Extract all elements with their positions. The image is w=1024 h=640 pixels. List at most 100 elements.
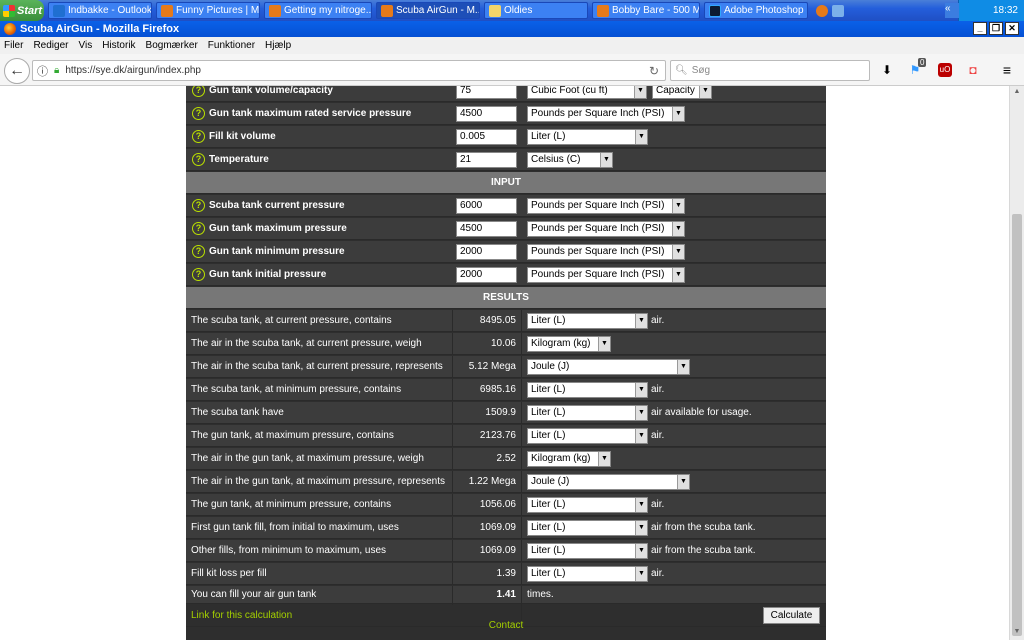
window-title: Scuba AirGun - Mozilla Firefox	[20, 23, 180, 35]
search-input[interactable]: 🔍︎ Søg	[670, 60, 870, 81]
result-unit-select[interactable]: Liter (L) ▼	[527, 405, 648, 421]
help-icon[interactable]: ?	[192, 86, 205, 97]
help-icon[interactable]: ?	[192, 130, 205, 143]
gun-min-pressure-input[interactable]: 2000	[456, 244, 517, 260]
gun-tank-volume-unit-select[interactable]: Cubic Foot (cu ft) ▼	[527, 86, 647, 99]
taskbar-item-oldies[interactable]: Oldies	[484, 2, 588, 19]
result-row: The scuba tank, at minimum pressure, con…	[186, 379, 826, 401]
taskbar-item-bobby-bare[interactable]: Bobby Bare - 500 M...	[592, 2, 700, 19]
menu-historik[interactable]: Historik	[102, 40, 135, 51]
navigation-toolbar: ← ⓘ 🔒︎ https://sye.dk/airgun/index.php ↻…	[0, 54, 1024, 86]
menu-funktioner[interactable]: Funktioner	[208, 40, 255, 51]
scrollbar-thumb[interactable]	[1012, 214, 1022, 636]
gun-initial-pressure-input[interactable]: 2000	[456, 267, 517, 283]
result-unit-select[interactable]: Kilogram (kg) ▼	[527, 336, 611, 352]
menu-rediger[interactable]: Rediger	[33, 40, 68, 51]
page-content: ? Gun tank volume/capacity 75 Cubic Foot…	[0, 86, 1009, 640]
result-unit-select[interactable]: Liter (L) ▼	[527, 520, 648, 536]
restore-button[interactable]: ❐	[989, 22, 1003, 35]
search-placeholder: Søg	[691, 65, 711, 76]
taskbar-item-nitrogen[interactable]: Getting my nitroge...	[264, 2, 372, 19]
menu-bogmaerker[interactable]: Bogmærker	[146, 40, 198, 51]
menu-vis[interactable]: Vis	[78, 40, 92, 51]
calculator-panel: ? Gun tank volume/capacity 75 Cubic Foot…	[186, 86, 826, 640]
scroll-down-icon[interactable]: ▼	[1012, 628, 1022, 638]
dropdown-arrow-icon: ▼	[635, 130, 647, 144]
minimize-button[interactable]: _	[973, 22, 987, 35]
help-icon[interactable]: ?	[192, 107, 205, 120]
scuba-current-pressure-unit-select[interactable]: Pounds per Square Inch (PSI) ▼	[527, 198, 685, 214]
quicklaunch-icon[interactable]	[832, 4, 844, 17]
help-icon[interactable]: ?	[192, 245, 205, 258]
taskbar-item-scuba-airgun[interactable]: Scuba AirGun - M...	[376, 2, 480, 19]
window-titlebar: Scuba AirGun - Mozilla Firefox _ ❐ ✕	[0, 21, 1024, 37]
gun-max-pressure-input[interactable]: 4500	[456, 221, 517, 237]
gun-tank-volume-type-select[interactable]: Capacity ▼	[652, 86, 712, 99]
download-icon[interactable]: ⬇	[880, 63, 894, 77]
result-row: First gun tank fill, from initial to max…	[186, 517, 826, 539]
outlook-icon	[53, 4, 65, 17]
info-icon[interactable]: ⓘ	[37, 63, 48, 79]
start-button[interactable]: Start	[0, 0, 44, 21]
menu-hjaelp[interactable]: Hjælp	[265, 40, 291, 51]
fill-kit-volume-input[interactable]: 0.005	[456, 129, 517, 145]
scuba-current-pressure-input[interactable]: 6000	[456, 198, 517, 214]
dropdown-arrow-icon: ▼	[635, 383, 647, 397]
result-value: 1509.9	[485, 407, 516, 418]
result-value: 6985.16	[479, 384, 516, 395]
menu-filer[interactable]: Filer	[4, 40, 23, 51]
scroll-up-icon[interactable]: ▲	[1012, 88, 1022, 98]
input-row-gun-max: ? Gun tank maximum pressure 4500 Pounds …	[186, 218, 826, 240]
hamburger-menu-icon[interactable]: ≡	[1000, 63, 1014, 77]
result-unit-select[interactable]: Joule (J) ▼	[527, 359, 690, 375]
photoshop-icon	[709, 4, 721, 17]
result-row: The scuba tank, at current pressure, con…	[186, 310, 826, 332]
contact-link[interactable]: Contact	[186, 620, 826, 631]
result-value: 1.22 Mega	[468, 476, 516, 487]
rated-pressure-input[interactable]: 4500	[456, 106, 517, 122]
result-row: The air in the gun tank, at maximum pres…	[186, 448, 826, 470]
result-row: The air in the scuba tank, at current pr…	[186, 356, 826, 378]
tray-expand-button[interactable]: «	[945, 3, 959, 18]
help-icon[interactable]: ?	[192, 153, 205, 166]
system-tray: « 18:32	[945, 0, 1024, 21]
folder-icon	[489, 4, 501, 17]
gun-max-pressure-unit-select[interactable]: Pounds per Square Inch (PSI) ▼	[527, 221, 685, 237]
result-unit-select[interactable]: Joule (J) ▼	[527, 474, 690, 490]
result-row: The air in the gun tank, at maximum pres…	[186, 471, 826, 493]
result-unit-select[interactable]: Liter (L) ▼	[527, 566, 648, 582]
firefox-icon	[4, 23, 16, 35]
gun-tank-volume-input[interactable]: 75	[456, 86, 517, 99]
firefox-quicklaunch-icon[interactable]	[816, 4, 828, 17]
gun-min-pressure-unit-select[interactable]: Pounds per Square Inch (PSI) ▼	[527, 244, 685, 260]
taskbar-item-outlook[interactable]: Indbakke - Outlook ...	[48, 2, 152, 19]
dropdown-arrow-icon: ▼	[635, 521, 647, 535]
help-icon[interactable]: ?	[192, 268, 205, 281]
summary-row: You can fill your air gun tank 1.41 time…	[186, 586, 826, 608]
result-unit-select[interactable]: Liter (L) ▼	[527, 382, 648, 398]
url-bar[interactable]: ⓘ 🔒︎ https://sye.dk/airgun/index.php ↻	[32, 60, 666, 81]
windows-flag-icon	[3, 4, 15, 17]
taskbar-item-funny-pictures[interactable]: Funny Pictures | M...	[156, 2, 260, 19]
pocket-icon[interactable]: ◘	[966, 63, 980, 77]
dropdown-arrow-icon: ▼	[635, 544, 647, 558]
temperature-unit-select[interactable]: Celsius (C) ▼	[527, 152, 613, 168]
gun-initial-pressure-unit-select[interactable]: Pounds per Square Inch (PSI) ▼	[527, 267, 685, 283]
help-icon[interactable]: ?	[192, 222, 205, 235]
help-icon[interactable]: ?	[192, 199, 205, 212]
result-unit-select[interactable]: Liter (L) ▼	[527, 313, 648, 329]
fill-kit-volume-unit-select[interactable]: Liter (L) ▼	[527, 129, 648, 145]
reload-icon[interactable]: ↻	[649, 64, 659, 78]
dropdown-arrow-icon: ▼	[635, 314, 647, 328]
taskbar-item-photoshop[interactable]: Adobe Photoshop	[704, 2, 808, 19]
page-scrollbar[interactable]: ▲ ▼	[1009, 86, 1024, 640]
result-unit-select[interactable]: Liter (L) ▼	[527, 543, 648, 559]
result-unit-select[interactable]: Liter (L) ▼	[527, 497, 648, 513]
back-button[interactable]: ←	[4, 58, 30, 84]
rated-pressure-unit-select[interactable]: Pounds per Square Inch (PSI) ▼	[527, 106, 685, 122]
ublock-icon[interactable]: uO	[938, 63, 952, 77]
result-unit-select[interactable]: Kilogram (kg) ▼	[527, 451, 611, 467]
temperature-input[interactable]: 21	[456, 152, 517, 168]
result-unit-select[interactable]: Liter (L) ▼	[527, 428, 648, 444]
close-button[interactable]: ✕	[1005, 22, 1019, 35]
